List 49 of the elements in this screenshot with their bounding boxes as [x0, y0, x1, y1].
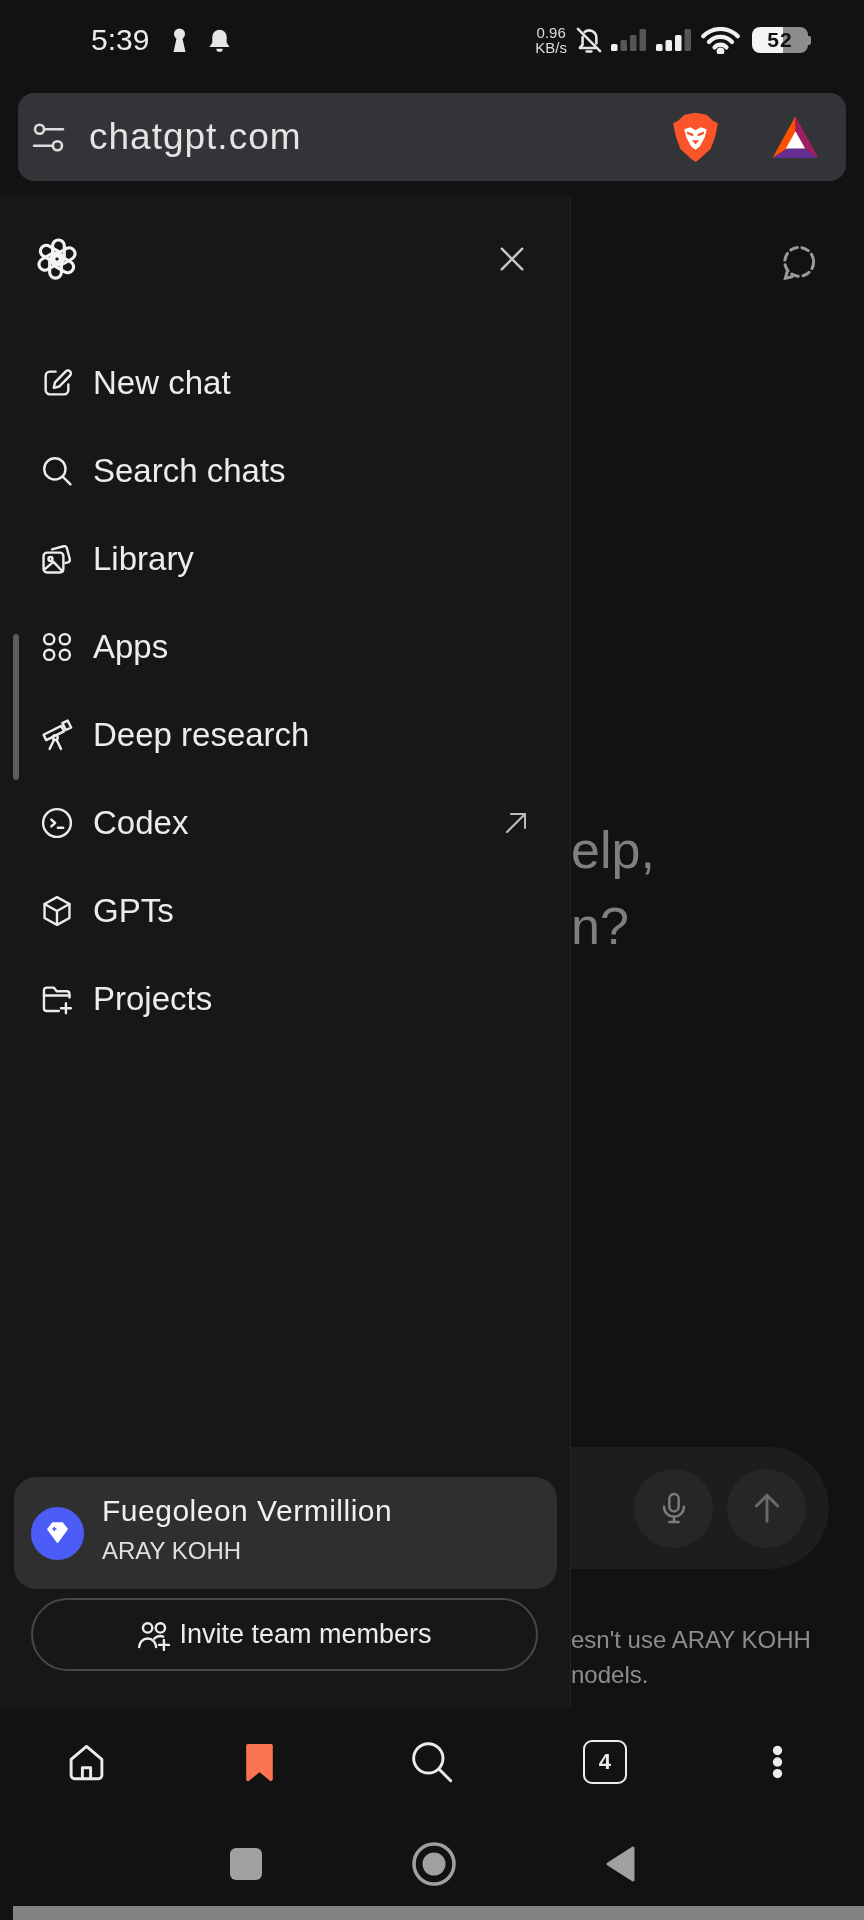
- menu-item[interactable]: GPTs: [40, 892, 174, 930]
- heading-text: n?: [571, 896, 629, 957]
- url-text: chatgpt.com: [89, 116, 302, 158]
- signal-icon: [611, 29, 646, 51]
- bell-icon: [208, 27, 232, 53]
- menu-item[interactable]: Projects: [40, 980, 213, 1018]
- telescope-icon: [40, 718, 74, 752]
- square-icon[interactable]: [229, 1848, 262, 1880]
- dashed-chat-icon[interactable]: [780, 245, 816, 281]
- disclaimer-text: nodels.: [571, 1660, 649, 1690]
- heading-text: elp,: [571, 820, 655, 881]
- keyhole-icon: [172, 28, 188, 52]
- four-circles-icon: [40, 630, 74, 664]
- account-name: Fuegoleon Vermillion: [102, 1494, 393, 1528]
- search-icon[interactable]: [410, 1740, 454, 1784]
- speed-unit: KB/s: [535, 40, 567, 55]
- menu-item[interactable]: Library: [40, 540, 194, 578]
- clock-time: 5:39: [91, 25, 150, 55]
- invite-button[interactable]: Invite team members: [31, 1598, 538, 1671]
- search-icon: [40, 454, 74, 488]
- close-icon[interactable]: [499, 246, 525, 272]
- network-speed: 0.96: [536, 25, 566, 40]
- menu-item[interactable]: New chat: [40, 364, 231, 402]
- back-icon[interactable]: [605, 1846, 635, 1882]
- bookmark-icon[interactable]: [244, 1742, 274, 1782]
- terminal-circle-icon: [40, 806, 74, 840]
- triangle-logo-icon[interactable]: [770, 114, 821, 160]
- wifi-icon: [701, 26, 740, 54]
- cube-icon: [40, 894, 74, 928]
- menu-item[interactable]: Deep research: [40, 716, 310, 754]
- disclaimer-text: esn't use ARAY KOHH: [571, 1625, 811, 1655]
- logo-icon[interactable]: [35, 237, 79, 281]
- diamond-avatar-icon: [31, 1506, 84, 1560]
- workspace-name: ARAY KOHH: [102, 1536, 242, 1566]
- signal-icon: [656, 29, 691, 51]
- sliders-icon[interactable]: [32, 120, 65, 154]
- menu-item[interactable]: Codex: [40, 804, 189, 842]
- ring-icon[interactable]: [411, 1842, 456, 1886]
- address-bar[interactable]: chatgpt.com: [18, 93, 846, 181]
- battery-indicator: 52: [752, 27, 811, 53]
- account-card[interactable]: Fuegoleon Vermillion ARAY KOHH: [14, 1477, 557, 1589]
- lion-shield-icon[interactable]: [671, 110, 720, 164]
- muted-bell-icon: [575, 26, 603, 54]
- menu-item[interactable]: Apps: [40, 628, 169, 666]
- menu-item[interactable]: Search chats: [40, 452, 286, 490]
- message-field[interactable]: [571, 1447, 829, 1569]
- tab-count-button[interactable]: 4: [582, 1740, 627, 1784]
- more-icon[interactable]: [772, 1745, 784, 1779]
- images-icon: [40, 542, 74, 576]
